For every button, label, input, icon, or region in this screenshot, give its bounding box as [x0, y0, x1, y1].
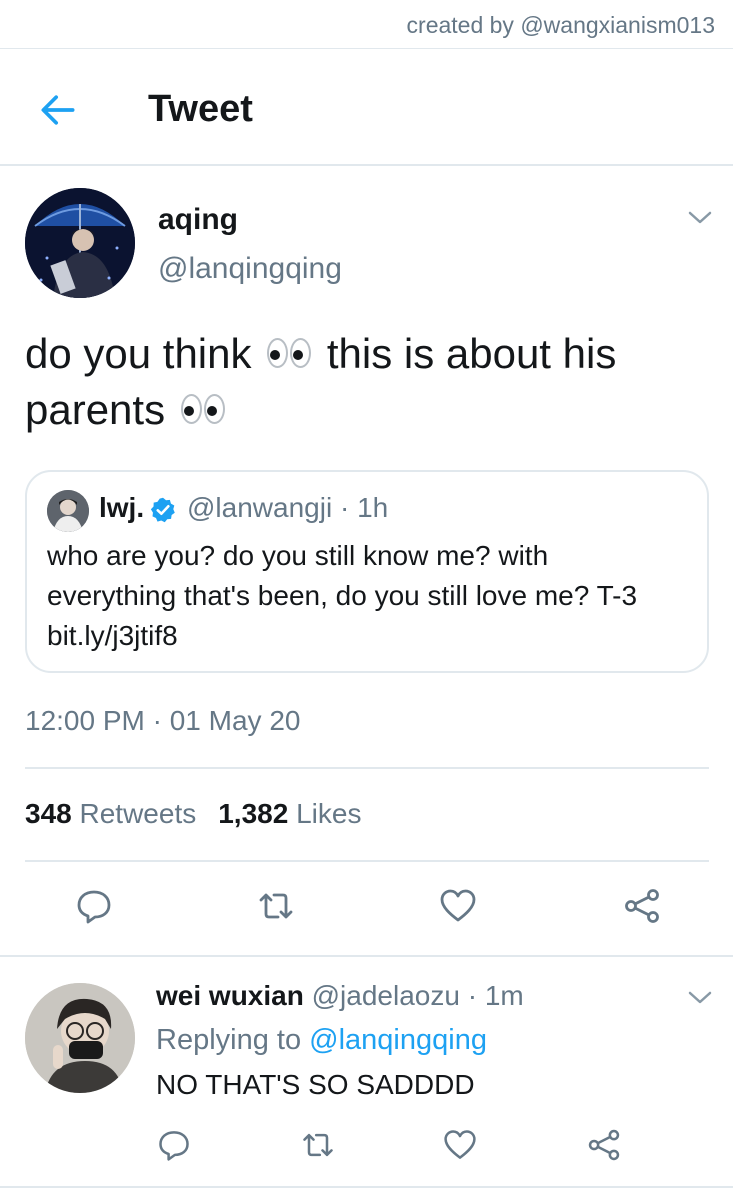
share-icon[interactable]: [622, 886, 662, 926]
tweet-text-segment: do you think: [25, 330, 252, 377]
retweets-label: Retweets: [79, 798, 197, 829]
quoted-text: who are you? do you still know me? with …: [47, 536, 697, 656]
reply-username[interactable]: @jadelaozu: [312, 980, 460, 1011]
avatar[interactable]: [25, 188, 135, 298]
retweet-icon[interactable]: [300, 1127, 336, 1163]
divider: [0, 955, 733, 957]
divider: [0, 164, 733, 166]
tweet-text-segment: this is about his: [326, 330, 617, 377]
quoted-display-name: lwj.: [99, 492, 145, 523]
quoted-text-line: everything that's been, do you still lov…: [47, 580, 638, 611]
retweet-icon[interactable]: [256, 886, 296, 926]
chevron-down-icon[interactable]: [686, 988, 714, 1008]
retweets-count: 348: [25, 798, 72, 829]
reply-header: wei wuxian @jadelaozu · 1m: [156, 980, 524, 1012]
chevron-down-icon[interactable]: [686, 208, 714, 228]
top-bar: Tweet: [0, 62, 733, 162]
divider: [0, 48, 733, 49]
heart-icon[interactable]: [438, 886, 478, 926]
quoted-tweet[interactable]: lwj. @lanwangji · 1h who are you? do you…: [25, 470, 709, 673]
likes-count: 1,382: [218, 798, 289, 829]
reply-separator: ·: [459, 980, 485, 1011]
reply-text: NO THAT'S SO SADDDD: [156, 1069, 475, 1100]
display-name[interactable]: aqing: [158, 203, 238, 237]
replying-to: Replying to @lanqingqing: [156, 1024, 487, 1057]
reply-actions: [0, 1127, 733, 1177]
tweet-text: do you think this is about his parents: [25, 326, 715, 438]
tweet-text-segment: parents: [25, 386, 166, 433]
arrow-left-icon[interactable]: [36, 88, 80, 132]
likes-stat[interactable]: 1,382 Likes: [218, 798, 361, 829]
quoted-link[interactable]: bit.ly/j3jtif8: [47, 616, 697, 656]
divider: [25, 767, 709, 769]
eyes-emoji: [180, 393, 225, 424]
eyes-emoji: [267, 337, 312, 368]
replying-to-link[interactable]: @lanqingqing: [309, 1024, 487, 1056]
quoted-time: 1h: [357, 492, 389, 523]
username[interactable]: @lanqingqing: [158, 252, 342, 286]
divider: [0, 1186, 733, 1188]
replying-to-label: Replying to: [156, 1024, 302, 1056]
divider: [25, 860, 709, 862]
reply-display-name[interactable]: wei wuxian: [156, 980, 304, 1011]
watermark: created by @wangxianism013: [406, 12, 715, 38]
tweet-actions: [0, 886, 733, 936]
verified-badge-icon: [150, 497, 175, 523]
reply-icon[interactable]: [156, 1127, 192, 1163]
retweets-stat[interactable]: 348 Retweets: [25, 798, 196, 829]
quoted-meta: @lanwangji · 1h: [187, 492, 389, 523]
reply-icon[interactable]: [74, 886, 114, 926]
tweet-timestamp: 12:00 PM · 01 May 20: [25, 705, 301, 736]
share-icon[interactable]: [586, 1127, 622, 1163]
avatar[interactable]: [25, 983, 135, 1093]
likes-label: Likes: [296, 798, 362, 829]
reply-time: 1m: [484, 980, 524, 1011]
heart-icon[interactable]: [442, 1127, 478, 1163]
page-title: Tweet: [148, 88, 253, 130]
engagement-stats: 348 Retweets 1,382 Likes: [25, 798, 361, 830]
avatar: [47, 490, 89, 532]
quoted-username: @lanwangji: [187, 492, 333, 523]
quoted-text-line: who are you? do you still know me? with: [47, 540, 549, 571]
